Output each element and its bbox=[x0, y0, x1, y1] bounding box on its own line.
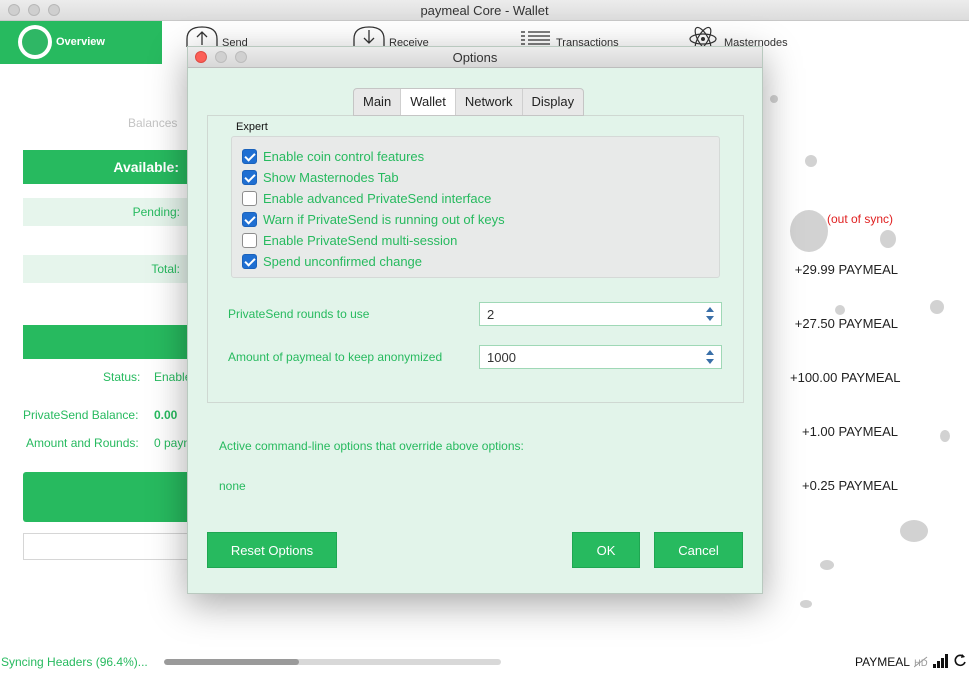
pending-row: Pending: bbox=[23, 198, 193, 226]
unit-selector[interactable]: PAYMEAL bbox=[855, 655, 910, 669]
status-value: Enable bbox=[154, 370, 192, 384]
show-masternodes-label: Show Masternodes Tab bbox=[263, 169, 399, 185]
pending-label: Pending: bbox=[132, 205, 180, 219]
warn-keys-label: Warn if PrivateSend is running out of ke… bbox=[263, 211, 505, 227]
ink-splatter bbox=[800, 600, 812, 608]
spin-arrows-icon[interactable] bbox=[706, 306, 715, 322]
recent-tx-amount: +1.00 PAYMEAL bbox=[802, 424, 898, 439]
override-options-label: Active command-line options that overrid… bbox=[219, 439, 524, 453]
advanced-privatesend-checkbox-row[interactable]: Enable advanced PrivateSend interface bbox=[242, 189, 491, 207]
sync-progress-fill bbox=[164, 659, 299, 665]
tab-main[interactable]: Main bbox=[354, 89, 402, 115]
available-bar: Available: bbox=[23, 150, 193, 184]
transactions-list-icon bbox=[521, 31, 550, 45]
window-title: paymeal Core - Wallet bbox=[420, 3, 549, 18]
options-tabs: Main Wallet Network Display bbox=[353, 88, 585, 116]
spin-arrows-icon[interactable] bbox=[706, 349, 715, 365]
privatesend-info-field bbox=[23, 533, 193, 560]
anonymize-amount-label: Amount of paymeal to keep anonymized bbox=[228, 350, 443, 364]
coin-control-label: Enable coin control features bbox=[263, 148, 425, 164]
show-masternodes-checkbox[interactable] bbox=[242, 169, 257, 185]
spend-unconfirmed-label: Spend unconfirmed change bbox=[263, 253, 423, 269]
show-masternodes-checkbox-row[interactable]: Show Masternodes Tab bbox=[242, 168, 399, 186]
ink-splatter bbox=[880, 230, 896, 248]
advanced-privatesend-checkbox[interactable] bbox=[242, 190, 257, 206]
tab-display[interactable]: Display bbox=[523, 89, 584, 115]
available-label: Available: bbox=[113, 159, 179, 175]
ink-splatter bbox=[805, 155, 817, 167]
amount-rounds-label: Amount and Rounds: bbox=[26, 436, 139, 450]
out-of-sync-label: (out of sync) bbox=[827, 212, 894, 226]
override-options-value: none bbox=[219, 479, 246, 493]
dialog-title: Options bbox=[452, 50, 498, 65]
ok-button[interactable]: OK bbox=[572, 532, 640, 568]
sync-status-text: Syncing Headers (96.4%)... bbox=[1, 655, 148, 669]
anonymize-amount-spinbox[interactable]: 1000 bbox=[479, 345, 722, 369]
recent-tx-amount: +100.00 PAYMEAL bbox=[790, 370, 901, 385]
total-label: Total: bbox=[151, 262, 180, 276]
total-row: Total: bbox=[23, 255, 193, 283]
multi-session-label: Enable PrivateSend multi-session bbox=[263, 232, 458, 248]
status-bar: Syncing Headers (96.4%)... PAYMEAL HD bbox=[0, 648, 969, 675]
paymeal-logo-icon bbox=[18, 25, 52, 59]
receive-icon bbox=[353, 26, 385, 47]
anonymize-amount-value: 1000 bbox=[487, 350, 516, 365]
tab-wallet[interactable]: Wallet bbox=[401, 89, 456, 115]
ink-splatter bbox=[900, 520, 928, 542]
main-titlebar: paymeal Core - Wallet bbox=[0, 0, 969, 21]
send-icon bbox=[186, 26, 218, 47]
recent-tx-amount: +0.25 PAYMEAL bbox=[802, 478, 898, 493]
reset-options-button[interactable]: Reset Options bbox=[207, 532, 337, 568]
balances-label: Balances bbox=[128, 116, 178, 130]
warn-keys-checkbox[interactable] bbox=[242, 211, 257, 227]
ink-splatter bbox=[940, 430, 950, 442]
nav-overview-label: Overview bbox=[56, 36, 105, 48]
ink-splatter bbox=[835, 305, 845, 315]
multi-session-checkbox-row[interactable]: Enable PrivateSend multi-session bbox=[242, 231, 457, 249]
multi-session-checkbox[interactable] bbox=[242, 232, 257, 248]
dialog-titlebar: Options bbox=[188, 47, 762, 68]
ink-splatter bbox=[930, 300, 944, 314]
coin-control-checkbox[interactable] bbox=[242, 148, 257, 164]
svg-text:HD: HD bbox=[914, 659, 928, 668]
cancel-button[interactable]: Cancel bbox=[654, 532, 743, 568]
expert-group-label: Expert bbox=[236, 121, 268, 133]
expert-group-box: Enable coin control features Show Master… bbox=[231, 136, 720, 278]
ink-splatter bbox=[790, 210, 828, 252]
atom-icon bbox=[689, 26, 717, 47]
rounds-spinbox[interactable]: 2 bbox=[479, 302, 722, 326]
spend-unconfirmed-checkbox-row[interactable]: Spend unconfirmed change bbox=[242, 252, 422, 270]
spend-unconfirmed-checkbox[interactable] bbox=[242, 253, 257, 269]
nav-overview[interactable]: Overview bbox=[0, 21, 162, 64]
rounds-label: PrivateSend rounds to use bbox=[228, 307, 370, 321]
warn-keys-checkbox-row[interactable]: Warn if PrivateSend is running out of ke… bbox=[242, 210, 505, 228]
sync-icon bbox=[954, 654, 966, 667]
privatesend-header-bar bbox=[23, 325, 193, 359]
recent-tx-amount: +27.50 PAYMEAL bbox=[794, 316, 898, 331]
rounds-value: 2 bbox=[487, 307, 495, 322]
ps-balance-label: PrivateSend Balance: bbox=[23, 408, 139, 422]
sync-progress-bar bbox=[164, 659, 501, 665]
tab-network[interactable]: Network bbox=[456, 89, 523, 115]
connections-icon bbox=[933, 654, 948, 668]
ink-splatter bbox=[770, 95, 778, 103]
advanced-privatesend-label: Enable advanced PrivateSend interface bbox=[263, 190, 492, 206]
recent-tx-amount: +29.99 PAYMEAL bbox=[794, 262, 898, 277]
hd-disabled-icon: HD bbox=[914, 656, 928, 668]
wallet-tab-panel: Expert Enable coin control features Show… bbox=[207, 115, 744, 403]
start-mixing-button[interactable] bbox=[23, 472, 193, 522]
options-dialog: Options Expert Enable coin control featu… bbox=[187, 46, 763, 594]
coin-control-checkbox-row[interactable]: Enable coin control features bbox=[242, 147, 424, 165]
status-label: Status: bbox=[103, 370, 141, 384]
ps-balance-value: 0.00 bbox=[154, 408, 178, 422]
amount-rounds-value: 0 payn bbox=[154, 436, 191, 450]
ink-splatter bbox=[820, 560, 834, 570]
